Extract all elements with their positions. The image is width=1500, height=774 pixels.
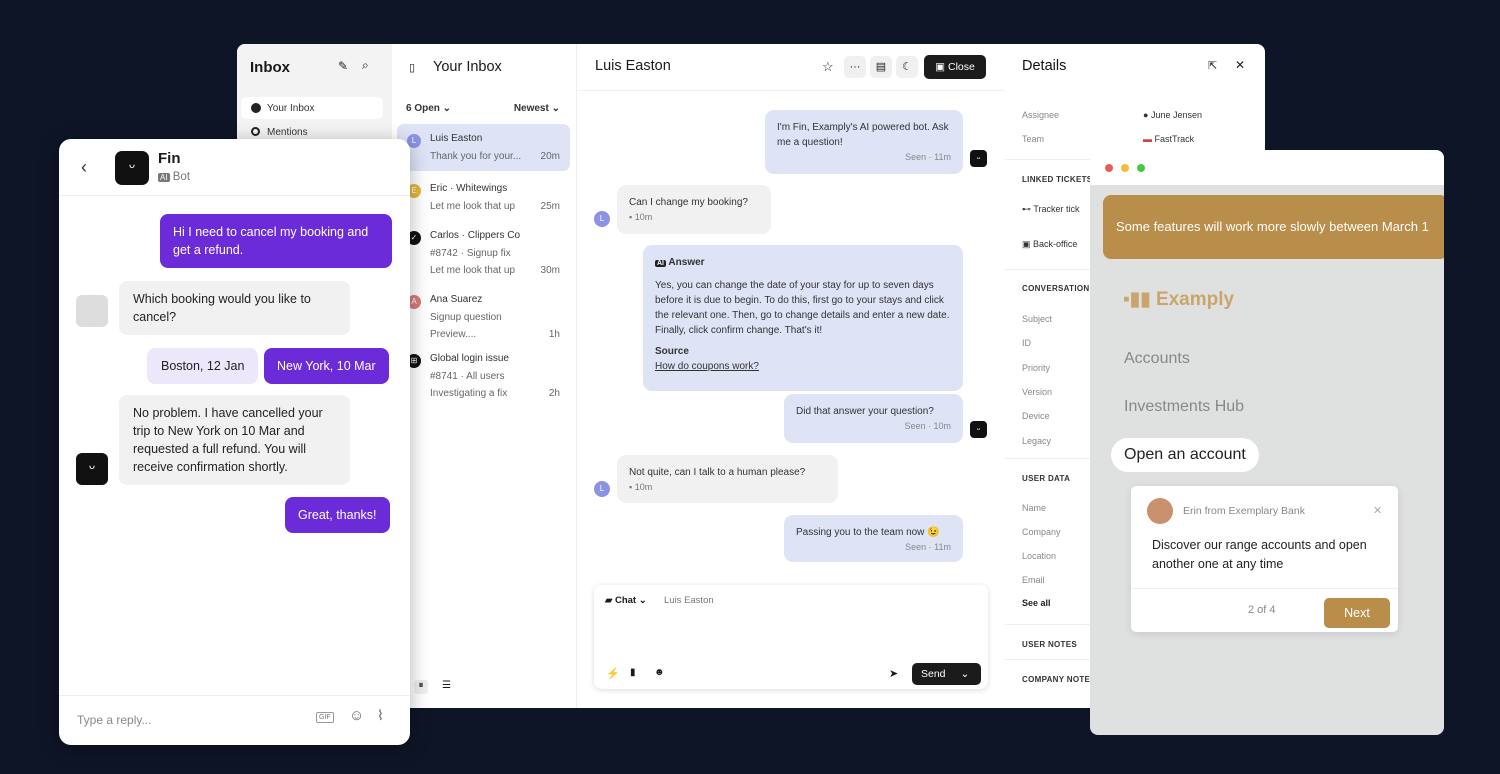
channel-dropdown[interactable]: ▰ Chat ⌄ xyxy=(605,595,647,606)
snooze-icon[interactable]: ☾ xyxy=(896,56,918,78)
window-maximize-icon[interactable] xyxy=(1137,164,1145,172)
search-icon[interactable]: ⌕ xyxy=(362,58,369,73)
source-link[interactable]: How do coupons work? xyxy=(655,359,951,374)
field-label: Version xyxy=(1022,386,1053,397)
window-close-icon[interactable] xyxy=(1105,164,1113,172)
conversation-item[interactable]: A Ana Suarez Signup question Preview.... 1h xyxy=(397,285,570,342)
conversation-title: Luis Easton xyxy=(595,58,671,74)
avatar xyxy=(1147,498,1173,524)
at-icon xyxy=(251,127,260,136)
close-icon[interactable]: ✕ xyxy=(1235,58,1245,72)
composer[interactable]: ▰ Chat ⌄ Luis Easton ⚡ ▮ ☻ ➤ Send ⌄ xyxy=(594,585,988,689)
message-bot: Passing you to the team now 😉 Seen · 11m xyxy=(784,515,963,562)
bot-name: Fin xyxy=(158,150,181,167)
avatar-icon xyxy=(251,103,261,113)
compose-icon[interactable]: ✎ xyxy=(338,59,348,73)
user-message: Great, thanks! xyxy=(285,497,390,533)
external-link-icon[interactable]: ⇱ xyxy=(1208,59,1217,72)
conversation-item[interactable]: ⊞ Global login issue #8741 · All users Inv… xyxy=(397,344,570,401)
conversation-item[interactable]: E Eric · Whitewings Let me look that up 25… xyxy=(397,174,570,219)
emoji-icon[interactable]: ☺ xyxy=(349,707,364,724)
option-boston[interactable]: Boston, 12 Jan xyxy=(147,348,259,384)
conversation-item[interactable]: ✓ Carlos · Clippers Co #8742 · Signup fix… xyxy=(397,221,570,281)
send-icon[interactable]: ➤ xyxy=(889,667,898,680)
bookmark-icon[interactable]: ▮ xyxy=(630,667,636,678)
emoji-icon[interactable]: ☻ xyxy=(654,667,665,678)
next-button[interactable]: Next xyxy=(1324,598,1390,628)
bot-avatar-icon: ᵕ xyxy=(76,453,108,485)
filter-dropdown[interactable]: 6 Open ⌄ xyxy=(406,103,451,114)
bot-avatar-icon: ᵕ xyxy=(970,421,987,438)
fin-messenger: ‹ ᵕ Fin AI Bot Hi I need to cancel my bo… xyxy=(59,139,410,745)
user-avatar: L xyxy=(594,481,610,497)
list-view-icon[interactable]: ☰ xyxy=(442,680,451,691)
message-user: Can I change my booking? ▪ 10m xyxy=(617,185,771,234)
examply-logo: ▪▮▮ Examply xyxy=(1123,289,1235,310)
field-label: Email xyxy=(1022,575,1045,585)
close-icon[interactable]: ✕ xyxy=(1373,504,1382,517)
field-label: Name xyxy=(1022,503,1047,513)
fin-logo-icon: ᵕ xyxy=(115,151,149,185)
assignee[interactable]: ● June Jensen xyxy=(1143,110,1202,120)
user-avatar: L xyxy=(594,211,610,227)
nav-open-account[interactable]: Open an account xyxy=(1111,438,1259,472)
sidebar-item-your-inbox[interactable]: Your Inbox xyxy=(241,97,383,119)
send-button[interactable]: Send ⌄ xyxy=(912,663,981,685)
bot-avatar-icon: ᵕ xyxy=(970,150,987,167)
conversation-panel: Luis Easton ☆ ··· ▤ ☾ ▣ Close I'm Fin, E… xyxy=(577,44,1005,708)
message-bot: Did that answer your question? Seen · 10m xyxy=(784,394,963,443)
product-tour-card: Erin from Exemplary Bank ✕ Discover our … xyxy=(1131,486,1398,632)
split-view-icon[interactable]: ⏸ xyxy=(414,680,428,694)
list-title: Your Inbox xyxy=(433,59,502,75)
bot-avatar-icon xyxy=(76,295,108,327)
bot-message: Which booking would you like to cancel? xyxy=(119,281,350,335)
star-icon[interactable]: ☆ xyxy=(822,59,834,75)
conversation-item[interactable]: L Luis Easton Thank you for your... 20m xyxy=(397,124,570,171)
sidebar-item-label: Your Inbox xyxy=(267,103,315,114)
field-label: Legacy xyxy=(1022,435,1052,446)
reply-input[interactable]: Type a reply... xyxy=(77,713,151,727)
field-label: ID xyxy=(1022,338,1031,349)
field-label: Location xyxy=(1022,551,1057,561)
bot-message: No problem. I have cancelled your trip t… xyxy=(119,395,350,485)
option-new-york[interactable]: New York, 10 Mar xyxy=(264,348,389,384)
field-label: Priority xyxy=(1022,362,1051,373)
field-label: Subject xyxy=(1022,314,1053,324)
nav-investments-hub[interactable]: Investments Hub xyxy=(1124,398,1244,416)
message-bot: I'm Fin, Examply's AI powered bot. Ask m… xyxy=(765,110,963,174)
field-label: Device xyxy=(1022,411,1050,422)
recipient: Luis Easton xyxy=(664,595,714,606)
user-message: Hi I need to cancel my booking and get a… xyxy=(160,214,392,268)
field-label: Company xyxy=(1022,527,1061,537)
team[interactable]: ▬ FastTrack xyxy=(1143,134,1194,144)
attachment-icon[interactable]: ⌇ xyxy=(377,707,384,724)
sidebar-title: Inbox xyxy=(250,59,290,76)
conversation-list: ▯ Your Inbox 6 Open ⌄ Newest ⌄ L Luis Ea… xyxy=(392,44,577,708)
window-minimize-icon[interactable] xyxy=(1121,164,1129,172)
sidebar-item-label: Mentions xyxy=(267,127,308,138)
more-icon[interactable]: ··· xyxy=(844,56,866,78)
message-user: Not quite, can I talk to a human please?… xyxy=(617,455,838,503)
close-button[interactable]: ▣ Close xyxy=(924,55,986,79)
see-all-link[interactable]: See all xyxy=(1022,598,1051,608)
examply-window: Some features will work more slowly betw… xyxy=(1090,150,1444,735)
gif-icon[interactable]: GIF xyxy=(316,712,334,723)
sort-dropdown[interactable]: Newest ⌄ xyxy=(514,103,560,114)
lightning-icon[interactable]: ⚡ xyxy=(606,667,620,680)
notice-banner: Some features will work more slowly betw… xyxy=(1103,195,1444,259)
back-icon[interactable]: ‹ xyxy=(81,157,87,178)
panel-toggle-icon[interactable]: ▯ xyxy=(409,61,415,74)
ai-answer: AI Answer Yes, you can change the date o… xyxy=(643,245,963,391)
nav-accounts[interactable]: Accounts xyxy=(1124,350,1190,368)
details-title: Details xyxy=(1022,58,1067,74)
ticket-icon[interactable]: ▤ xyxy=(870,56,892,78)
